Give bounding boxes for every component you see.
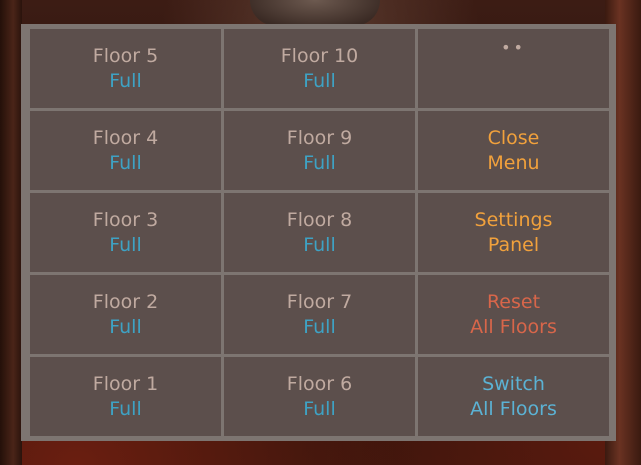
floor-10-button[interactable]: Floor 10 Full: [224, 29, 415, 108]
switch-all-floors-button[interactable]: Switch All Floors: [418, 357, 609, 436]
floor-status: Full: [109, 315, 142, 338]
floor-label: Floor 6: [286, 372, 353, 395]
background-dome: [250, 0, 380, 26]
switch-label-line1: Switch: [482, 372, 545, 395]
floor-status: Full: [109, 233, 142, 256]
floor-7-button[interactable]: Floor 7 Full: [224, 275, 415, 354]
floor-status: Full: [303, 151, 336, 174]
floor-status: Full: [303, 397, 336, 420]
floor-5-button[interactable]: Floor 5 Full: [30, 29, 221, 108]
reset-label-line1: Reset: [486, 290, 541, 313]
background-frame-left: [0, 0, 22, 465]
floor-label: Floor 4: [92, 126, 159, 149]
floor-status: Full: [109, 69, 142, 92]
floor-8-button[interactable]: Floor 8 Full: [224, 193, 415, 272]
floor-menu-grid: Floor 5 Full Floor 10 Full •• Floor 4 Fu…: [30, 29, 609, 436]
floor-menu-panel: Floor 5 Full Floor 10 Full •• Floor 4 Fu…: [21, 24, 616, 441]
reset-all-floors-button[interactable]: Reset All Floors: [418, 275, 609, 354]
floor-label: Floor 9: [286, 126, 353, 149]
floor-label: Floor 7: [286, 290, 353, 313]
settings-panel-label-line2: Panel: [487, 233, 540, 256]
floor-4-button[interactable]: Floor 4 Full: [30, 111, 221, 190]
floor-label: Floor 5: [92, 44, 159, 67]
floor-1-button[interactable]: Floor 1 Full: [30, 357, 221, 436]
floor-label: Floor 1: [92, 372, 159, 395]
floor-label: Floor 2: [92, 290, 159, 313]
floor-9-button[interactable]: Floor 9 Full: [224, 111, 415, 190]
floor-status: Full: [109, 151, 142, 174]
floor-status: Full: [303, 315, 336, 338]
switch-label-line2: All Floors: [470, 397, 557, 420]
floor-2-button[interactable]: Floor 2 Full: [30, 275, 221, 354]
close-menu-label-line2: Menu: [487, 151, 540, 174]
floor-3-button[interactable]: Floor 3 Full: [30, 193, 221, 272]
settings-panel-button[interactable]: Settings Panel: [418, 193, 609, 272]
reset-label-line2: All Floors: [470, 315, 557, 338]
floor-status: Full: [109, 397, 142, 420]
more-floors-cell[interactable]: ••: [418, 29, 609, 108]
close-menu-label-line1: Close: [487, 126, 540, 149]
floor-label: Floor 10: [280, 44, 359, 67]
settings-panel-label-line1: Settings: [474, 208, 553, 231]
more-dots-icon: ••: [501, 38, 526, 57]
floor-label: Floor 3: [92, 208, 159, 231]
floor-status: Full: [303, 69, 336, 92]
floor-status: Full: [303, 233, 336, 256]
close-menu-button[interactable]: Close Menu: [418, 111, 609, 190]
floor-6-button[interactable]: Floor 6 Full: [224, 357, 415, 436]
floor-label: Floor 8: [286, 208, 353, 231]
